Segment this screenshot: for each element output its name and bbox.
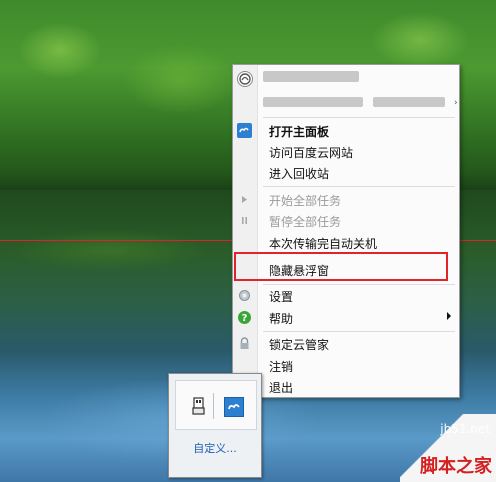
menu-item-label: 访问百度云网站 bbox=[269, 146, 354, 160]
blurred-quota-extra bbox=[373, 97, 445, 107]
lock-icon bbox=[237, 336, 252, 351]
menu-item-label: 打开主面板 bbox=[269, 125, 330, 139]
context-menu: › 打开主面板 访问百度云网站 进入回收站 开始全部任务 暂停全部任务 本次传输… bbox=[232, 64, 460, 398]
menu-item-open-main-panel[interactable]: 打开主面板 bbox=[233, 120, 459, 141]
highlight-box bbox=[234, 252, 448, 281]
menu-item-start-all-tasks: 开始全部任务 bbox=[233, 189, 459, 210]
menu-item-pause-all-tasks: 暂停全部任务 bbox=[233, 210, 459, 231]
menu-item-visit-website[interactable]: 访问百度云网站 bbox=[233, 141, 459, 162]
menu-item-label: 锁定云管家 bbox=[269, 338, 330, 352]
customize-link[interactable]: 自定义... bbox=[169, 440, 261, 456]
watermark: jb51.net 脚本之家 bbox=[400, 414, 496, 482]
menu-item-auto-shutdown[interactable]: 本次传输完自动关机 bbox=[233, 232, 459, 253]
menu-item-label: 注销 bbox=[269, 360, 294, 374]
help-icon: ? bbox=[237, 310, 252, 325]
blurred-quota bbox=[263, 97, 363, 107]
chevron-right-icon[interactable]: › bbox=[454, 98, 458, 108]
pause-icon bbox=[237, 213, 252, 228]
svg-text:?: ? bbox=[242, 313, 248, 324]
usb-device-icon[interactable] bbox=[191, 397, 207, 415]
menu-item-logout[interactable]: 注销 bbox=[233, 355, 459, 376]
avatar-icon bbox=[237, 71, 253, 87]
menu-item-label: 设置 bbox=[269, 290, 294, 304]
menu-item-help[interactable]: ? 帮助 bbox=[233, 307, 459, 328]
tray-icons-area bbox=[175, 380, 257, 430]
watermark-name: 脚本之家 bbox=[420, 456, 492, 477]
menu-item-label: 开始全部任务 bbox=[269, 194, 342, 208]
baidu-cloud-icon bbox=[237, 123, 252, 138]
menu-separator bbox=[263, 186, 455, 187]
gear-icon bbox=[237, 288, 252, 303]
menu-item-label: 进入回收站 bbox=[269, 167, 330, 181]
baidu-cloud-tray-icon[interactable] bbox=[224, 397, 244, 417]
menu-item-lock[interactable]: 锁定云管家 bbox=[233, 333, 459, 354]
tray-overflow-popup: 自定义... bbox=[168, 373, 262, 478]
tray-divider bbox=[213, 393, 214, 419]
menu-separator bbox=[263, 331, 455, 332]
menu-item-label: 退出 bbox=[269, 381, 294, 395]
blurred-username bbox=[263, 71, 359, 82]
watermark-site: jb51.net bbox=[440, 422, 490, 436]
play-icon bbox=[237, 192, 252, 207]
menu-separator bbox=[263, 117, 455, 118]
menu-item-exit[interactable]: 退出 bbox=[233, 376, 459, 397]
menu-item-label: 暂停全部任务 bbox=[269, 215, 342, 229]
menu-header-user: › bbox=[233, 65, 459, 115]
submenu-arrow-icon bbox=[447, 312, 451, 320]
menu-item-recycle-bin[interactable]: 进入回收站 bbox=[233, 162, 459, 183]
menu-item-settings[interactable]: 设置 bbox=[233, 285, 459, 306]
menu-item-label: 帮助 bbox=[269, 312, 294, 326]
menu-item-label: 本次传输完自动关机 bbox=[269, 237, 378, 251]
